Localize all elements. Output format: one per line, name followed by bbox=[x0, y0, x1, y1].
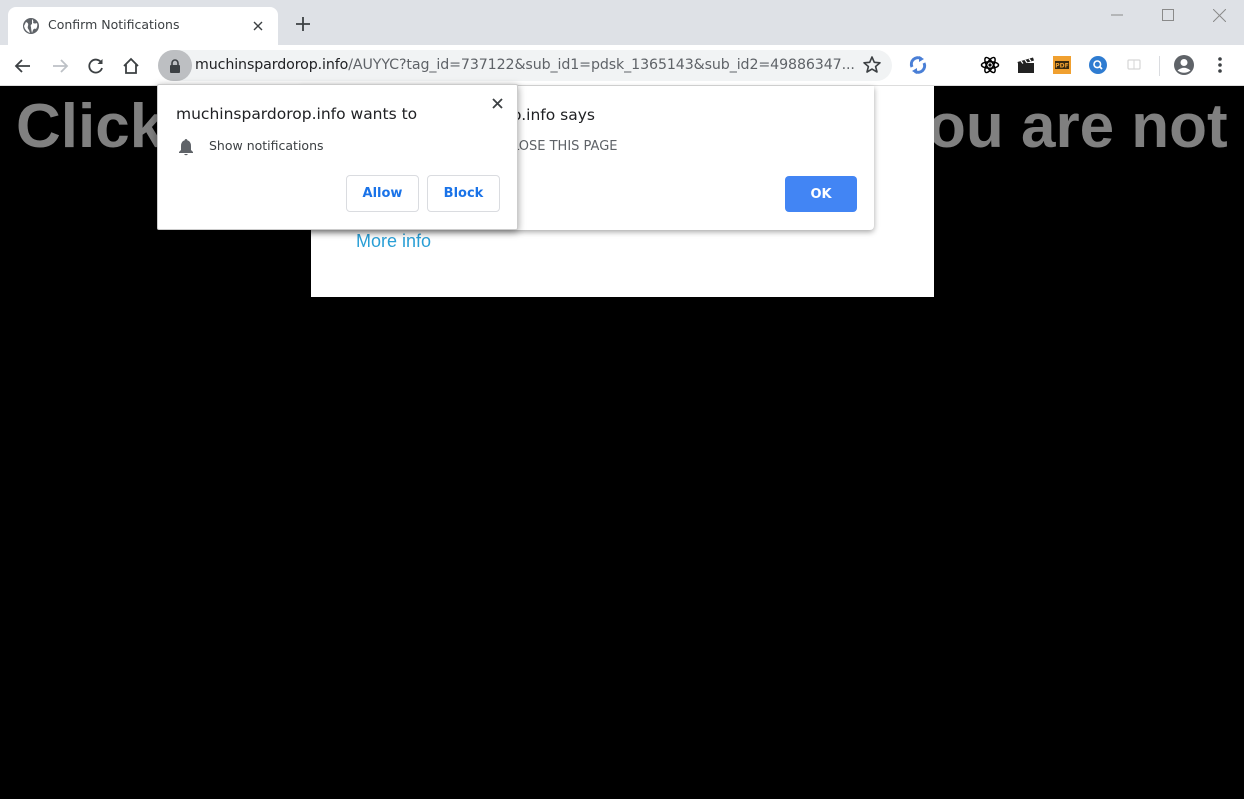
maximize-button[interactable] bbox=[1145, 4, 1191, 26]
forward-arrow-icon bbox=[53, 59, 69, 73]
url-path: /AUYYC?tag_id=737122&sub_id1=pdsk_136514… bbox=[348, 57, 855, 73]
permission-label: Show notifications bbox=[209, 138, 324, 153]
prompt-title: muchinspardorop.info wants to bbox=[176, 105, 418, 123]
clapperboard-extension-button[interactable] bbox=[1015, 54, 1037, 76]
sync-icon bbox=[909, 56, 927, 74]
alert-ok-button[interactable]: OK bbox=[785, 176, 857, 212]
block-button[interactable]: Block bbox=[427, 175, 500, 212]
url-text[interactable]: muchinspardorop.info/AUYYC?tag_id=737122… bbox=[195, 57, 855, 73]
tab-strip: Confirm Notifications bbox=[0, 0, 1244, 45]
cast-icon bbox=[1127, 59, 1141, 70]
address-bar[interactable]: muchinspardorop.info/AUYYC?tag_id=737122… bbox=[158, 50, 892, 81]
alert-title: o.info says bbox=[512, 106, 595, 124]
minimize-icon bbox=[1111, 14, 1123, 16]
headline-left: Click bbox=[16, 92, 165, 161]
reload-button[interactable] bbox=[83, 53, 109, 79]
allow-button[interactable]: Allow bbox=[346, 175, 419, 212]
close-icon bbox=[253, 21, 263, 31]
account-icon bbox=[1174, 55, 1194, 75]
reload-icon bbox=[88, 58, 103, 74]
url-host: muchinspardorop.info bbox=[195, 57, 349, 73]
atom-icon bbox=[980, 56, 1000, 74]
back-arrow-icon bbox=[14, 59, 30, 73]
pdf-icon: PDF bbox=[1053, 56, 1071, 74]
tab-confirm-notifications[interactable]: Confirm Notifications bbox=[8, 7, 278, 45]
toolbar-separator bbox=[1159, 56, 1160, 76]
home-button[interactable] bbox=[118, 53, 144, 79]
maximize-icon bbox=[1162, 9, 1174, 21]
close-icon bbox=[1212, 8, 1226, 22]
browser-toolbar: muchinspardorop.info/AUYYC?tag_id=737122… bbox=[0, 45, 1244, 86]
tab-close-button[interactable] bbox=[248, 16, 268, 36]
svg-text:PDF: PDF bbox=[1055, 63, 1068, 70]
atom-extension-button[interactable] bbox=[979, 54, 1001, 76]
lock-icon bbox=[170, 58, 180, 73]
window-close-button[interactable] bbox=[1196, 4, 1242, 26]
search-extension-button[interactable] bbox=[1087, 54, 1109, 76]
more-vert-icon bbox=[1218, 57, 1222, 73]
new-tab-button[interactable] bbox=[292, 14, 314, 36]
more-info-link[interactable]: More info bbox=[356, 231, 431, 252]
clapperboard-icon bbox=[1017, 57, 1034, 73]
search-icon bbox=[1089, 56, 1107, 74]
cast-extension-button[interactable] bbox=[1123, 54, 1145, 76]
profile-button[interactable] bbox=[1173, 54, 1195, 76]
globe-icon bbox=[23, 18, 39, 34]
notification-permission-prompt: muchinspardorop.info wants to Show notif… bbox=[157, 84, 518, 230]
bookmark-star-icon[interactable] bbox=[862, 55, 882, 75]
prompt-close-button[interactable] bbox=[487, 93, 507, 113]
forward-button[interactable] bbox=[47, 53, 73, 79]
pdf-extension-button[interactable]: PDF bbox=[1051, 54, 1073, 76]
home-icon bbox=[123, 57, 139, 74]
plus-icon bbox=[296, 17, 310, 31]
headline-right: ou are not bbox=[928, 92, 1228, 161]
menu-button[interactable] bbox=[1209, 54, 1231, 76]
minimize-button[interactable] bbox=[1094, 4, 1140, 26]
site-info-button[interactable] bbox=[158, 50, 192, 81]
back-button[interactable] bbox=[10, 53, 36, 79]
sync-extension-button[interactable] bbox=[907, 54, 929, 76]
close-icon bbox=[491, 97, 503, 109]
alert-message: LOSE THIS PAGE bbox=[512, 139, 618, 154]
bell-icon bbox=[179, 139, 193, 156]
tab-title: Confirm Notifications bbox=[48, 17, 180, 32]
